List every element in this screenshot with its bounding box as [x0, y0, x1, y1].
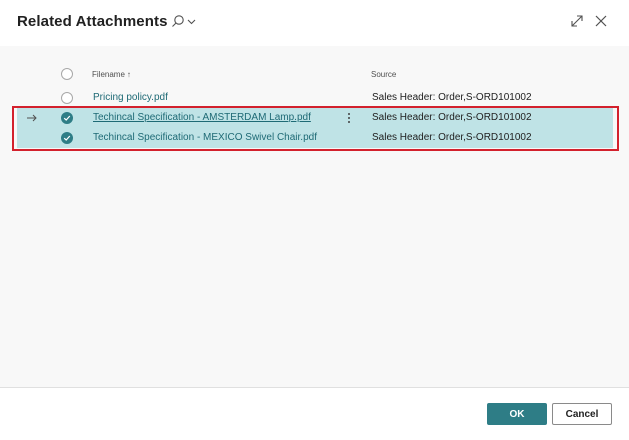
row-source: Sales Header: Order,S-ORD101002	[372, 92, 532, 103]
checkmark-icon	[63, 135, 71, 141]
search-button[interactable]	[169, 12, 201, 32]
column-header-source[interactable]: Source	[371, 70, 396, 79]
current-row-arrow-icon	[25, 111, 39, 125]
close-icon	[595, 15, 607, 27]
attachments-list: Filename ↑ Source Pricing policy.pdf Sale…	[0, 46, 629, 387]
expand-icon	[571, 15, 583, 27]
select-all-checkbox[interactable]	[61, 68, 73, 80]
dialog-header: Related Attachments	[0, 0, 629, 46]
cancel-button[interactable]: Cancel	[552, 403, 612, 425]
row-source: Sales Header: Order,S-ORD101002	[372, 112, 532, 123]
column-header-filename[interactable]: Filename ↑	[92, 70, 131, 79]
row-select-checkbox[interactable]	[61, 112, 73, 124]
dialog-footer: OK Cancel	[0, 387, 629, 440]
more-options-icon	[348, 113, 350, 123]
close-button[interactable]	[594, 14, 608, 28]
ok-button[interactable]: OK	[487, 403, 547, 425]
dialog-title: Related Attachments	[17, 13, 168, 30]
row-filename-link[interactable]: Techincal Specification - MEXICO Swivel …	[93, 132, 317, 143]
checkmark-icon	[63, 115, 71, 121]
chevron-down-icon	[187, 19, 196, 25]
table-row[interactable]: Techincal Specification - AMSTERDAM Lamp…	[17, 108, 613, 128]
column-header-row: Filename ↑ Source	[17, 65, 613, 87]
row-select-checkbox[interactable]	[61, 92, 73, 104]
row-filename-link[interactable]: Techincal Specification - AMSTERDAM Lamp…	[93, 112, 311, 123]
table-row[interactable]: Techincal Specification - MEXICO Swivel …	[17, 128, 613, 148]
row-select-checkbox[interactable]	[61, 132, 73, 144]
column-header-filename-label: Filename	[92, 70, 125, 79]
table-row[interactable]: Pricing policy.pdf Sales Header: Order,S…	[17, 88, 613, 108]
row-source: Sales Header: Order,S-ORD101002	[372, 132, 532, 143]
expand-button[interactable]	[570, 14, 584, 28]
row-actions-menu-button[interactable]	[342, 110, 356, 126]
row-filename-link[interactable]: Pricing policy.pdf	[93, 92, 168, 103]
search-icon	[172, 15, 196, 27]
sort-ascending-icon: ↑	[126, 70, 131, 79]
